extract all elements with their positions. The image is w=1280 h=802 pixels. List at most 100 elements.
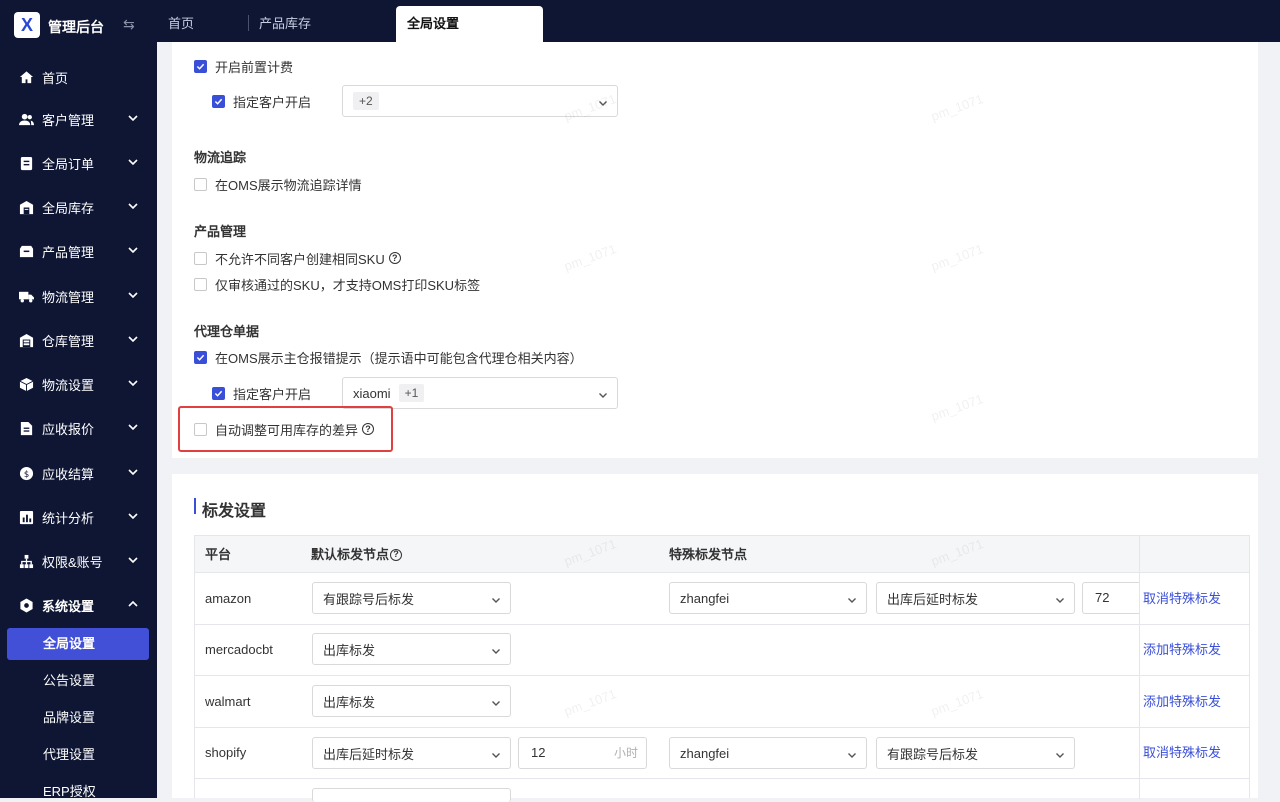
chevron-down-icon xyxy=(127,156,139,168)
more-count-tag: +2 xyxy=(353,92,379,110)
unique-sku-option[interactable]: 不允许不同客户创建相同SKU ? xyxy=(194,249,401,267)
storehouse-icon xyxy=(18,332,34,348)
platform-cell: shopify xyxy=(205,745,247,760)
special-customer-select[interactable]: zhangfei xyxy=(669,582,867,614)
chevron-down-icon xyxy=(127,289,139,301)
checkbox-checked-icon[interactable] xyxy=(212,386,225,400)
default-node-select[interactable]: 出库标发 xyxy=(312,685,511,717)
chevron-down-icon xyxy=(598,388,608,398)
checkbox-checked-icon[interactable] xyxy=(212,94,225,108)
special-delay-input[interactable]: 72 xyxy=(1082,582,1139,614)
select-value: 出库标发 xyxy=(323,694,376,710)
default-delay-input[interactable]: 12 小时 xyxy=(518,737,647,769)
sidebar-item-label: 产品管理 xyxy=(42,244,95,260)
unique-sku-label: 不允许不同客户创建相同SKU xyxy=(215,251,385,267)
order-icon xyxy=(18,155,34,171)
sidebar-item-label: 权限&账号 xyxy=(42,554,103,570)
tab-product-inventory[interactable]: 产品库存 xyxy=(248,6,322,42)
logistics-tracking-option[interactable]: 在OMS展示物流追踪详情 xyxy=(194,175,362,193)
agent-docs-specify-option[interactable]: 指定客户开启 xyxy=(212,384,311,402)
sidebar-subitem-agent[interactable]: 代理设置 xyxy=(43,745,95,765)
tab-home[interactable]: 首页 xyxy=(157,6,205,42)
sidebar-item-warehouse[interactable]: 仓库管理 xyxy=(0,318,157,362)
coin-icon: $ xyxy=(18,465,34,481)
collapse-sidebar-icon[interactable]: ⇆ xyxy=(123,16,135,33)
chevron-down-icon xyxy=(127,333,139,345)
sidebar-subitem-erp[interactable]: ERP授权 xyxy=(43,782,96,802)
front-billing-specify-label: 指定客户开启 xyxy=(233,94,312,110)
cancel-special-button[interactable]: 取消特殊标发 xyxy=(1143,744,1221,762)
select-value: 出库标发 xyxy=(323,642,376,658)
agent-docs-customer-select[interactable]: xiaomi +1 xyxy=(342,377,618,409)
checkbox-icon[interactable] xyxy=(194,177,207,191)
platform-cell: walmart xyxy=(205,694,251,709)
default-node-select[interactable]: 有跟踪号后标发 xyxy=(312,582,511,614)
checkbox-checked-icon[interactable] xyxy=(194,350,207,364)
tab-global-settings[interactable]: 全局设置 xyxy=(396,6,543,42)
chevron-down-icon xyxy=(127,421,139,433)
selected-customer: xiaomi xyxy=(353,385,391,401)
approved-sku-option[interactable]: 仅审核通过的SKU，才支持OMS打印SKU标签 xyxy=(194,275,480,293)
column-header-special-node: 特殊标发节点 xyxy=(669,547,748,562)
special-customer-select[interactable]: zhangfei xyxy=(669,737,867,769)
main-warehouse-error-option[interactable]: 在OMS展示主仓报错提示（提示语中可能包含代理仓相关内容） xyxy=(194,348,583,366)
sidebar-item-label: 客户管理 xyxy=(42,112,95,128)
front-billing-label: 开启前置计费 xyxy=(215,59,294,75)
help-icon[interactable]: ? xyxy=(390,548,403,561)
front-billing-specify-option[interactable]: 指定客户开启 xyxy=(212,92,311,110)
row-divider xyxy=(195,675,1249,676)
default-node-select[interactable]: 出库后延时标发 xyxy=(312,737,511,769)
sidebar-item-logistics-settings[interactable]: 物流设置 xyxy=(0,362,157,406)
sidebar-item-permissions[interactable]: 权限&账号 xyxy=(0,539,157,583)
add-special-button[interactable]: 添加特殊标发 xyxy=(1143,641,1221,659)
checkbox-icon[interactable] xyxy=(194,251,207,265)
row-divider xyxy=(195,624,1249,625)
default-node-select-partial[interactable] xyxy=(312,788,511,802)
sidebar-item-label: 首页 xyxy=(42,70,69,86)
app-logo-icon: X xyxy=(14,12,40,38)
sidebar-subitem-brand[interactable]: 品牌设置 xyxy=(43,708,95,728)
column-header-platform: 平台 xyxy=(205,547,232,562)
sidebar-item-label: 全局库存 xyxy=(42,200,95,216)
platform-cell: mercadocbt xyxy=(205,642,273,657)
sidebar-item-label: 物流设置 xyxy=(42,377,95,393)
sidebar-item-orders[interactable]: 全局订单 xyxy=(0,141,157,185)
logistics-tracking-title: 物流追踪 xyxy=(194,150,247,165)
chevron-down-icon xyxy=(127,554,139,566)
main-warehouse-error-label: 在OMS展示主仓报错提示（提示语中可能包含代理仓相关内容） xyxy=(215,350,583,366)
help-icon[interactable]: ? xyxy=(388,252,401,264)
default-node-select[interactable]: 出库标发 xyxy=(312,633,511,665)
chevron-down-icon xyxy=(847,593,857,603)
action-column-divider xyxy=(1139,536,1140,799)
checkbox-checked-icon[interactable] xyxy=(194,59,207,73)
sidebar-item-products[interactable]: 产品管理 xyxy=(0,229,157,273)
settings-icon xyxy=(18,597,34,613)
checkbox-icon[interactable] xyxy=(194,277,207,291)
sidebar-subitem-global-settings[interactable]: 全局设置 xyxy=(43,634,95,654)
chevron-down-icon xyxy=(491,593,501,603)
special-node-select[interactable]: 出库后延时标发 xyxy=(876,582,1075,614)
org-icon xyxy=(18,553,34,569)
chevron-down-icon xyxy=(127,244,139,256)
svg-text:$: $ xyxy=(23,468,28,478)
sidebar-item-label: 应收报价 xyxy=(42,421,95,437)
sidebar-item-receivable-quote[interactable]: 应收报价 xyxy=(0,406,157,450)
sidebar-item-system-settings[interactable]: 系统设置 xyxy=(0,583,157,627)
sidebar-item-logistics[interactable]: 物流管理 xyxy=(0,274,157,318)
chevron-down-icon xyxy=(491,644,501,654)
front-billing-option[interactable]: 开启前置计费 xyxy=(194,57,293,75)
sidebar-item-inventory[interactable]: 全局库存 xyxy=(0,185,157,229)
sidebar-item-receivable-settlement[interactable]: $ 应收结算 xyxy=(0,451,157,495)
sidebar-subitem-announcement[interactable]: 公告设置 xyxy=(43,671,95,691)
chevron-down-icon xyxy=(847,748,857,758)
sidebar-item-customers[interactable]: 客户管理 xyxy=(0,97,157,141)
tab-bar: 首页 产品库存 全局设置 xyxy=(157,0,1280,42)
sidebar-item-home[interactable]: 首页 xyxy=(0,55,157,99)
add-special-button[interactable]: 添加特殊标发 xyxy=(1143,693,1221,711)
sidebar-item-statistics[interactable]: 统计分析 xyxy=(0,495,157,539)
select-value: zhangfei xyxy=(680,745,730,761)
chart-icon xyxy=(18,509,34,525)
cancel-special-button[interactable]: 取消特殊标发 xyxy=(1143,590,1221,608)
special-node-select[interactable]: 有跟踪号后标发 xyxy=(876,737,1075,769)
app-title: 管理后台 xyxy=(48,19,104,35)
